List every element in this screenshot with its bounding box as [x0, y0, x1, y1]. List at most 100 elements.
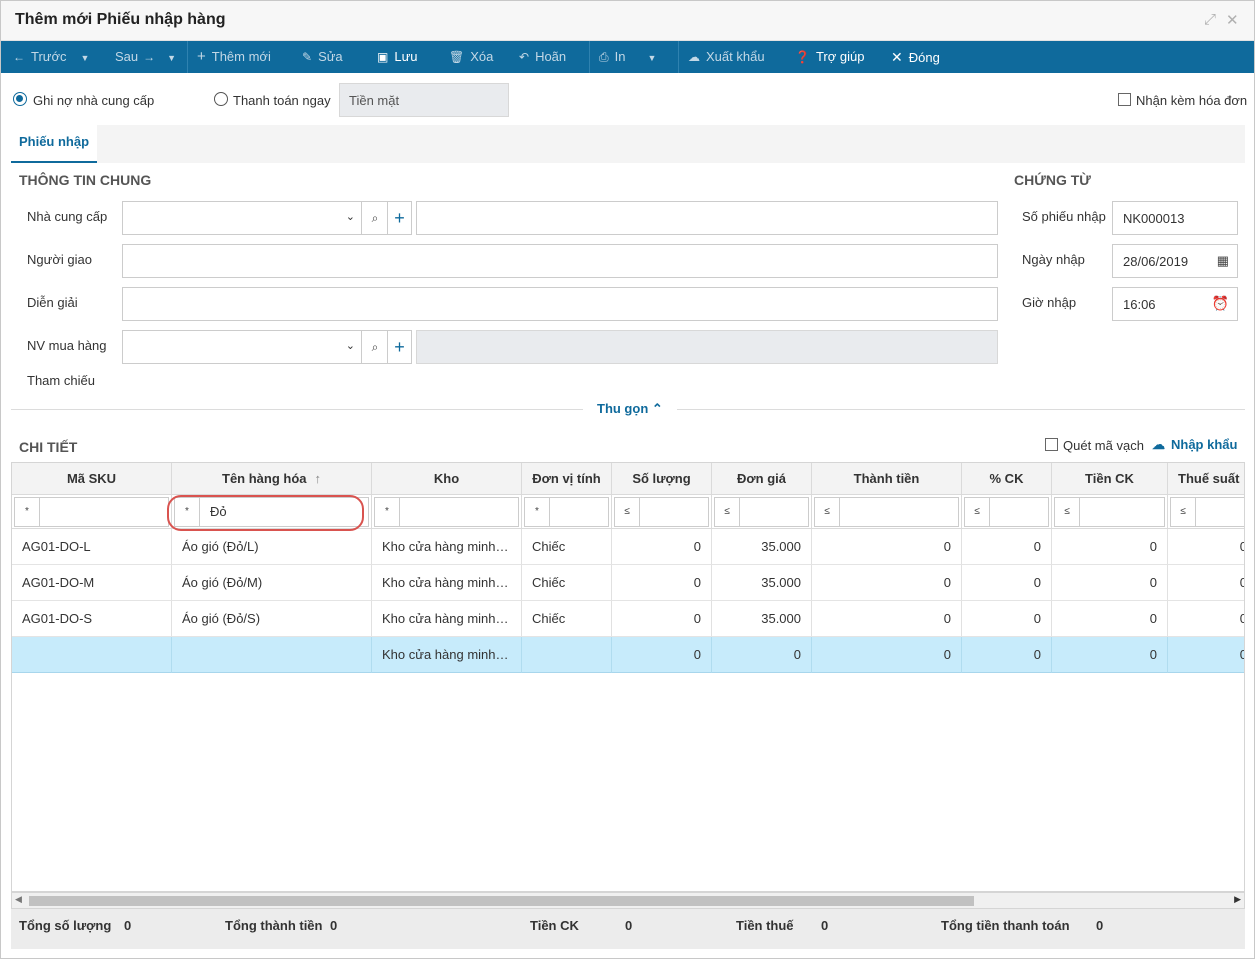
maximize-icon[interactable]: ⤢ — [1204, 11, 1216, 28]
col-header-amount[interactable]: Thành tiền — [812, 463, 962, 495]
cell-amount[interactable]: 0 — [812, 529, 962, 565]
filter-input[interactable] — [740, 497, 809, 527]
cell-warehouse[interactable]: Kho cửa hàng minhanh — [372, 529, 522, 565]
table-row[interactable]: AG01-DO-L Áo gió (Đỏ/L) Kho cửa hàng minha… — [12, 529, 1244, 565]
edit-button[interactable]: ✎ Sửa — [302, 41, 343, 73]
close-button[interactable]: ✕ Đóng — [891, 41, 940, 73]
cell-sku[interactable]: AG01-DO-L — [12, 529, 172, 565]
help-button[interactable]: ❓ Trợ giúp — [795, 41, 864, 73]
cell-sku[interactable]: AG01-DO-S — [12, 601, 172, 637]
deliverer-field[interactable] — [122, 244, 998, 278]
filter-input[interactable] — [640, 497, 709, 527]
prev-button[interactable]: ← Trước ▼ — [13, 41, 89, 73]
cell-unit[interactable]: Chiếc — [522, 529, 612, 565]
filter-input[interactable] — [840, 497, 959, 527]
scrollbar-thumb[interactable] — [29, 896, 974, 906]
save-button[interactable]: ▣ Lưu — [377, 41, 418, 73]
cell-quantity[interactable]: 0 — [612, 529, 712, 565]
cell-discount-pct[interactable]: 0 — [962, 529, 1052, 565]
filter-operator[interactable]: * — [524, 497, 550, 527]
add-supplier-button[interactable]: + — [387, 201, 412, 235]
supplier-name-field[interactable] — [416, 201, 998, 235]
undo-button[interactable]: ↶ Hoãn — [519, 41, 566, 73]
scroll-left-icon[interactable]: ◀ — [15, 894, 22, 905]
col-header-unit[interactable]: Đơn vị tính — [522, 463, 612, 495]
filter-operator[interactable]: * — [374, 497, 400, 527]
alarm-clock-icon[interactable]: ⏰ — [1212, 295, 1229, 312]
description-field[interactable] — [122, 287, 998, 321]
cell-unit-price[interactable]: 35.000 — [712, 529, 812, 565]
filter-input[interactable] — [550, 497, 609, 527]
cell-sku[interactable] — [12, 637, 172, 673]
col-header-unit-price[interactable]: Đơn giá — [712, 463, 812, 495]
filter-input[interactable] — [990, 497, 1049, 527]
col-header-sku[interactable]: Mã SKU — [12, 463, 172, 495]
col-header-discount[interactable]: Tiền CK — [1052, 463, 1168, 495]
cell-product-name[interactable]: Áo gió (Đỏ/M) — [172, 565, 372, 601]
voucher-date-field[interactable]: 28/06/2019 ▦ — [1112, 244, 1238, 278]
col-header-warehouse[interactable]: Kho — [372, 463, 522, 495]
calendar-icon[interactable]: ▦ — [1217, 253, 1229, 269]
cell-unit-price[interactable]: 35.000 — [712, 565, 812, 601]
filter-operator[interactable]: ≤ — [614, 497, 640, 527]
search-lookup-icon[interactable]: ⌕ — [362, 330, 388, 364]
add-buyer-button[interactable]: + — [387, 330, 412, 364]
cell-discount[interactable]: 0 — [1052, 601, 1168, 637]
col-header-tax-rate[interactable]: Thuế suất — [1168, 463, 1244, 495]
cell-amount[interactable]: 0 — [812, 637, 962, 673]
voucher-number-field[interactable]: NK000013 — [1112, 201, 1238, 235]
col-header-discount-pct[interactable]: % CK — [962, 463, 1052, 495]
cell-unit-price[interactable]: 35.000 — [712, 601, 812, 637]
cell-unit[interactable]: Chiếc — [522, 601, 612, 637]
cell-product-name[interactable]: Áo gió (Đỏ/L) — [172, 529, 372, 565]
search-lookup-icon[interactable]: ⌕ — [362, 201, 388, 235]
supplier-combo[interactable]: ⌄ — [122, 201, 362, 235]
filter-operator[interactable]: ≤ — [714, 497, 740, 527]
close-window-icon[interactable]: ✕ — [1226, 11, 1239, 29]
col-header-quantity[interactable]: Số lượng — [612, 463, 712, 495]
export-button[interactable]: ☁ Xuất khẩu — [688, 41, 765, 73]
col-header-product-name[interactable]: Tên hàng hóa ↑ — [172, 463, 372, 495]
scan-barcode-checkbox[interactable] — [1045, 438, 1058, 451]
cell-tax-rate[interactable]: 0 — [1168, 529, 1244, 565]
filter-operator[interactable]: ≤ — [1170, 497, 1196, 527]
import-link[interactable]: ☁ Nhập khẩu — [1152, 437, 1237, 453]
horizontal-scrollbar[interactable]: ◀ ▶ — [11, 892, 1245, 909]
cell-unit[interactable] — [522, 637, 612, 673]
cell-discount[interactable]: 0 — [1052, 565, 1168, 601]
buyer-combo[interactable]: ⌄ — [122, 330, 362, 364]
cell-amount[interactable]: 0 — [812, 601, 962, 637]
tab-receipt[interactable]: Phiếu nhập — [11, 125, 97, 163]
cell-warehouse[interactable]: Kho cửa hàng minhanh — [372, 565, 522, 601]
filter-operator[interactable]: ≤ — [814, 497, 840, 527]
with-invoice-checkbox[interactable] — [1118, 93, 1131, 106]
cell-discount-pct[interactable]: 0 — [962, 601, 1052, 637]
collapse-toggle[interactable]: Thu gọn ⌃ — [583, 401, 677, 417]
cell-discount-pct[interactable]: 0 — [962, 637, 1052, 673]
add-button[interactable]: + Thêm mới — [197, 41, 271, 73]
cell-discount-pct[interactable]: 0 — [962, 565, 1052, 601]
cell-quantity[interactable]: 0 — [612, 565, 712, 601]
cell-tax-rate[interactable]: 0 — [1168, 601, 1244, 637]
cell-tax-rate[interactable]: 0 — [1168, 637, 1244, 673]
cell-warehouse[interactable]: Kho cửa hàng minhanh — [372, 637, 522, 673]
filter-input[interactable] — [400, 497, 519, 527]
filter-operator[interactable]: ≤ — [1054, 497, 1080, 527]
filter-input[interactable] — [40, 497, 169, 527]
scroll-right-icon[interactable]: ▶ — [1234, 894, 1241, 905]
delete-button[interactable]: 🗑 Xóa — [449, 41, 493, 73]
table-row[interactable]: AG01-DO-M Áo gió (Đỏ/M) Kho cửa hàng minha… — [12, 565, 1244, 601]
cell-product-name[interactable] — [172, 637, 372, 673]
cell-discount[interactable]: 0 — [1052, 637, 1168, 673]
cell-quantity[interactable]: 0 — [612, 601, 712, 637]
cell-unit[interactable]: Chiếc — [522, 565, 612, 601]
filter-input[interactable] — [1080, 497, 1165, 527]
print-button[interactable]: ⎙ In ▼ — [599, 41, 656, 73]
table-row[interactable]: AG01-DO-S Áo gió (Đỏ/S) Kho cửa hàng minha… — [12, 601, 1244, 637]
radio-pay-now[interactable] — [214, 92, 228, 106]
cell-quantity[interactable]: 0 — [612, 637, 712, 673]
cell-amount[interactable]: 0 — [812, 565, 962, 601]
filter-operator[interactable]: * — [14, 497, 40, 527]
radio-debt-supplier[interactable] — [13, 92, 27, 106]
voucher-time-field[interactable]: 16:06 ⏰ — [1112, 287, 1238, 321]
